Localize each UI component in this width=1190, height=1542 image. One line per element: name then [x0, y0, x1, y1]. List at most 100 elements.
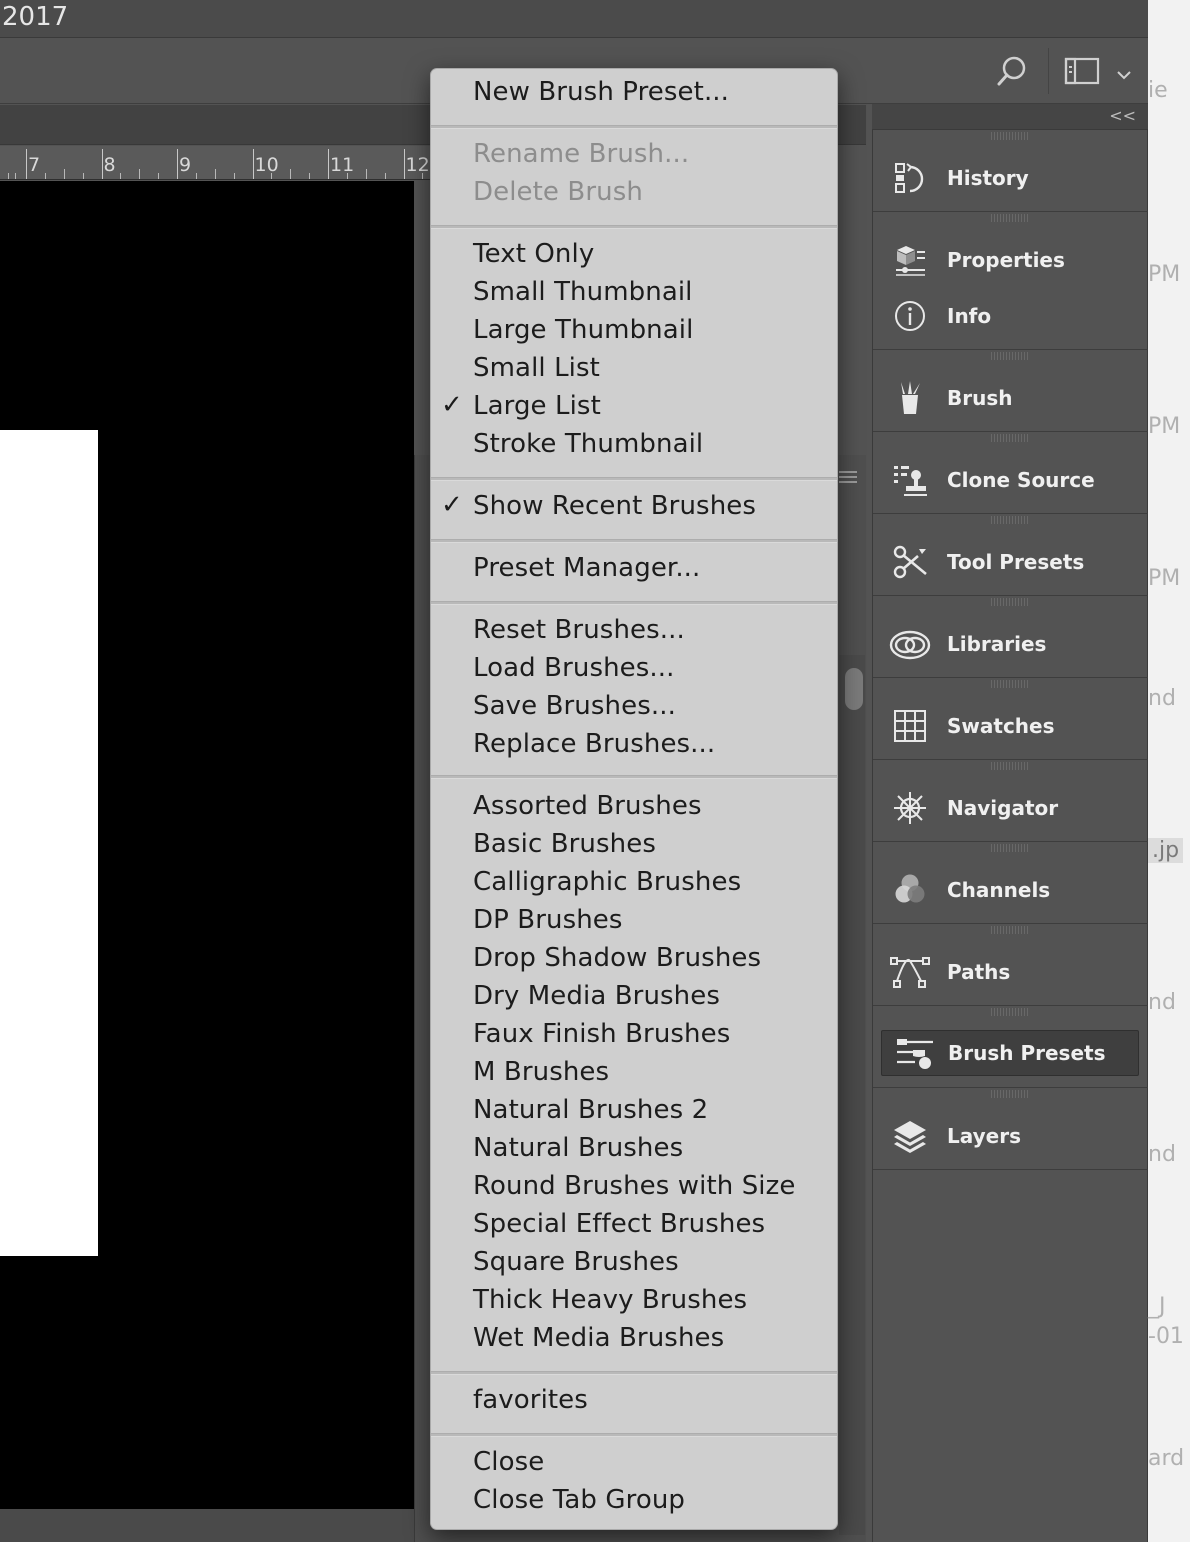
menu-item-small-list[interactable]: Small List — [431, 351, 837, 389]
ruler-minor-tick — [365, 169, 367, 179]
menu-item-natural-brushes-2[interactable]: Natural Brushes 2 — [431, 1093, 837, 1131]
menu-item-basic-brushes[interactable]: Basic Brushes — [431, 827, 837, 865]
dock-item-label: Brush Presets — [948, 1041, 1106, 1065]
background-text-fragment: nd — [1148, 990, 1176, 1015]
panel-group-grip[interactable] — [991, 762, 1029, 770]
panel-group-divider — [873, 841, 1149, 842]
checkmark-icon: ✓ — [441, 390, 463, 420]
menu-item-reset-brushes[interactable]: Reset Brushes... — [431, 613, 837, 651]
ruler-minor-tick — [44, 173, 46, 179]
panel-scrollbar[interactable] — [839, 655, 865, 1535]
dock-item-libraries[interactable]: Libraries — [873, 621, 1149, 667]
ruler-minor-tick — [15, 173, 16, 179]
menu-item-text-only[interactable]: Text Only — [431, 237, 837, 275]
menu-item-faux-finish-brushes[interactable]: Faux Finish Brushes — [431, 1017, 837, 1055]
background-text-fragment: _J — [1148, 1294, 1166, 1319]
menu-item-label: Save Brushes... — [473, 691, 676, 721]
panel-menu-icon[interactable] — [839, 471, 857, 483]
menu-item-large-thumbnail[interactable]: Large Thumbnail — [431, 313, 837, 351]
menu-separator — [431, 539, 837, 543]
panel-group-divider — [873, 677, 1149, 678]
dock-item-brush[interactable]: Brush — [873, 375, 1149, 421]
menu-separator — [431, 1371, 837, 1375]
menu-item-special-effect-brushes[interactable]: Special Effect Brushes — [431, 1207, 837, 1245]
menu-item-small-thumbnail[interactable]: Small Thumbnail — [431, 275, 837, 313]
menu-item-label: Stroke Thumbnail — [473, 429, 704, 459]
panel-group-grip[interactable] — [991, 352, 1029, 360]
menu-item-calligraphic-brushes[interactable]: Calligraphic Brushes — [431, 865, 837, 903]
dock-item-label: History — [947, 166, 1029, 190]
dock-collapse-bar[interactable]: << — [872, 104, 1148, 130]
menu-item-m-brushes[interactable]: M Brushes — [431, 1055, 837, 1093]
menu-item-label: Faux Finish Brushes — [473, 1019, 731, 1049]
menu-item-label: Small Thumbnail — [473, 277, 693, 307]
panel-group-grip[interactable] — [991, 1008, 1029, 1016]
menu-item-close[interactable]: Close — [431, 1445, 837, 1483]
menu-item-thick-heavy-brushes[interactable]: Thick Heavy Brushes — [431, 1283, 837, 1321]
menu-item-label: Special Effect Brushes — [473, 1209, 766, 1239]
menu-item-label: Square Brushes — [473, 1247, 679, 1277]
menu-item-label: Show Recent Brushes — [473, 491, 757, 521]
ruler-label: 9 — [179, 154, 192, 176]
dock-item-properties[interactable]: Properties — [873, 237, 1149, 283]
menu-item-close-tab-group[interactable]: Close Tab Group — [431, 1483, 837, 1521]
menu-item-favorites[interactable]: favorites — [431, 1383, 837, 1421]
menu-item-large-list[interactable]: ✓ Large List — [431, 389, 837, 427]
menu-item-square-brushes[interactable]: Square Brushes — [431, 1245, 837, 1283]
dock-item-paths[interactable]: Paths — [873, 949, 1149, 995]
menu-item-round-brushes-with-size[interactable]: Round Brushes with Size — [431, 1169, 837, 1207]
horizontal-ruler: 7 8 9 10 11 12 — [0, 146, 432, 180]
ruler-major-tick — [26, 149, 27, 179]
menu-item-natural-brushes[interactable]: Natural Brushes — [431, 1131, 837, 1169]
panel-group-grip[interactable] — [991, 844, 1029, 852]
menu-item-label: Replace Brushes... — [473, 729, 716, 759]
menu-item-dry-media-brushes[interactable]: Dry Media Brushes — [431, 979, 837, 1017]
menu-item-new-brush-preset[interactable]: New Brush Preset... — [431, 75, 837, 113]
menu-item-stroke-thumbnail[interactable]: Stroke Thumbnail — [431, 427, 837, 465]
menu-item-drop-shadow-brushes[interactable]: Drop Shadow Brushes — [431, 941, 837, 979]
background-window-edge: ie PM PM PM nd .jp nd nd _J -01 ard — [1148, 0, 1190, 1542]
background-text-fragment: -01 — [1148, 1324, 1184, 1349]
panel-group-grip[interactable] — [991, 214, 1029, 222]
panel-group-grip[interactable] — [991, 680, 1029, 688]
panel-scroll-thumb[interactable] — [845, 668, 863, 710]
panel-group-grip[interactable] — [991, 516, 1029, 524]
menu-item-label: Rename Brush... — [473, 139, 690, 169]
menu-item-label: Text Only — [473, 239, 595, 269]
menu-item-wet-media-brushes[interactable]: Wet Media Brushes — [431, 1321, 837, 1359]
menu-item-preset-manager[interactable]: Preset Manager... — [431, 551, 837, 589]
workspace-icon[interactable] — [1064, 56, 1100, 90]
dock-item-info[interactable]: Info — [873, 293, 1149, 339]
menu-item-load-brushes[interactable]: Load Brushes... — [431, 651, 837, 689]
background-text-fragment: PM — [1148, 414, 1181, 439]
window-title: 2017 — [2, 2, 69, 32]
dock-item-label: Clone Source — [947, 468, 1095, 492]
panel-group-grip[interactable] — [991, 598, 1029, 606]
chevron-down-icon[interactable] — [1116, 66, 1132, 85]
ruler-label: 12 — [405, 154, 430, 176]
menu-item-dp-brushes[interactable]: DP Brushes — [431, 903, 837, 941]
menu-item-assorted-brushes[interactable]: Assorted Brushes — [431, 789, 837, 827]
dock-item-clone-source[interactable]: Clone Source — [873, 457, 1149, 503]
dock-item-swatches[interactable]: Swatches — [873, 703, 1149, 749]
dock-item-tool-presets[interactable]: Tool Presets — [873, 539, 1149, 585]
panel-group-grip[interactable] — [991, 926, 1029, 934]
search-icon[interactable] — [996, 54, 1028, 92]
panel-group-grip[interactable] — [991, 1090, 1029, 1098]
dock-item-navigator[interactable]: Navigator — [873, 785, 1149, 831]
panel-group-grip[interactable] — [991, 132, 1029, 140]
menu-item-save-brushes[interactable]: Save Brushes... — [431, 689, 837, 727]
panel-dock: History Properties Info Brush Clone Source To… — [872, 130, 1149, 1542]
dock-item-channels[interactable]: Channels — [873, 867, 1149, 913]
dock-item-layers[interactable]: Layers — [873, 1113, 1149, 1159]
collapse-icon[interactable]: << — [1109, 106, 1136, 125]
checkmark-icon: ✓ — [441, 490, 463, 520]
menu-item-label: Close — [473, 1447, 545, 1477]
menu-item-replace-brushes[interactable]: Replace Brushes... — [431, 727, 837, 765]
menu-item-show-recent-brushes[interactable]: ✓ Show Recent Brushes — [431, 489, 837, 527]
menu-item-label: Delete Brush — [473, 177, 643, 207]
document-canvas[interactable] — [0, 181, 414, 1509]
panel-group-grip[interactable] — [991, 434, 1029, 442]
dock-item-history[interactable]: History — [873, 155, 1149, 201]
dock-item-brush-presets[interactable]: Brush Presets — [881, 1030, 1139, 1076]
